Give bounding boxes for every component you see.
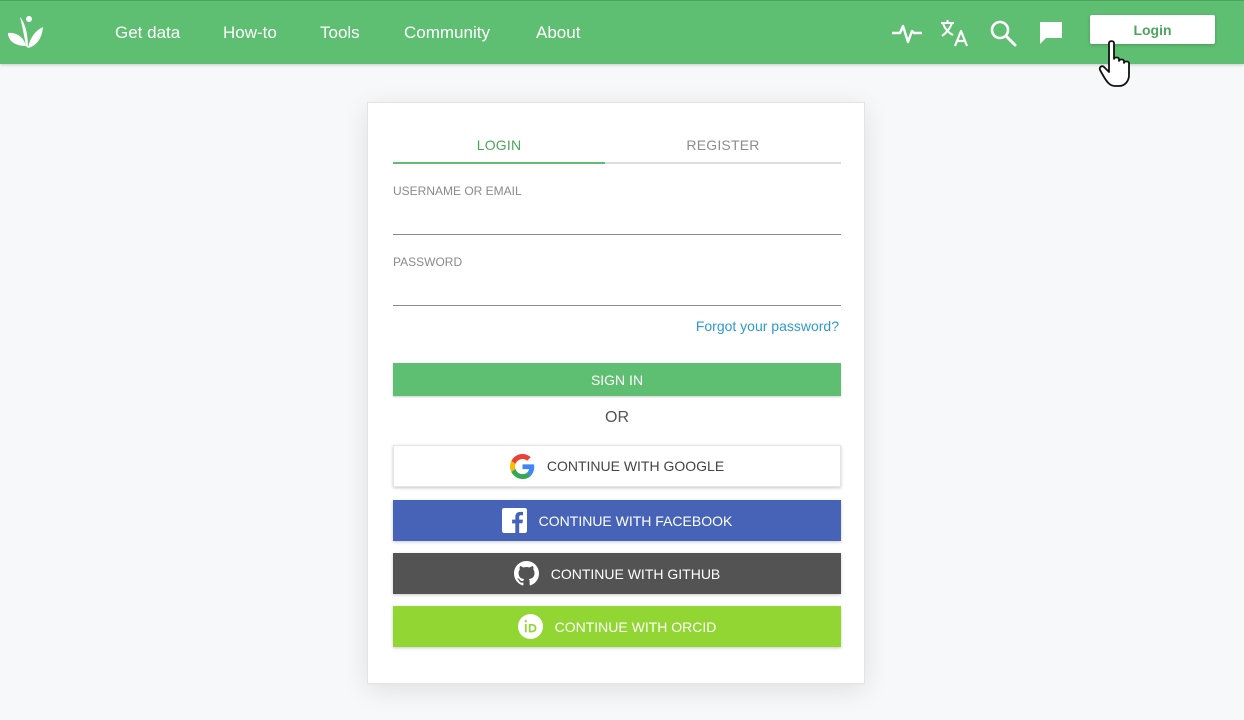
nav-how-to[interactable]: How-to [223, 21, 277, 45]
orcid-button-label: CONTINUE WITH ORCID [554, 618, 717, 635]
tab-active-indicator [393, 162, 605, 164]
google-button-label: CONTINUE WITH GOOGLE [546, 458, 725, 474]
username-input[interactable] [393, 205, 841, 235]
github-button-label: CONTINUE WITH GITHUB [550, 565, 721, 582]
or-divider: OR [605, 409, 629, 426]
facebook-icon [501, 508, 527, 533]
feedback-icon[interactable] [1035, 17, 1067, 49]
password-label: PASSWORD [393, 255, 463, 269]
nav-about[interactable]: About [536, 21, 580, 45]
continue-with-orcid-button[interactable]: CONTINUE WITH ORCID [393, 606, 841, 647]
sign-in-button[interactable]: SIGN IN [393, 363, 841, 396]
google-icon [509, 453, 535, 479]
tab-login[interactable]: LOGIN [393, 137, 605, 163]
username-label: USERNAME OR EMAIL [393, 184, 522, 198]
login-card: LOGIN REGISTER USERNAME OR EMAIL PASSWOR… [367, 102, 865, 684]
login-button[interactable]: Login [1090, 15, 1215, 44]
translate-icon[interactable] [939, 17, 971, 49]
leaf-logo-icon[interactable] [6, 15, 44, 51]
continue-with-facebook-button[interactable]: CONTINUE WITH FACEBOOK [393, 500, 841, 541]
facebook-button-label: CONTINUE WITH FACEBOOK [538, 512, 733, 529]
search-icon[interactable] [987, 17, 1019, 49]
github-icon [513, 561, 539, 586]
forgot-password-link[interactable]: Forgot your password? [696, 318, 839, 334]
nav-tools[interactable]: Tools [320, 21, 360, 45]
continue-with-google-button[interactable]: CONTINUE WITH GOOGLE [393, 445, 841, 487]
activity-icon[interactable] [891, 17, 923, 49]
continue-with-github-button[interactable]: CONTINUE WITH GITHUB [393, 553, 841, 594]
nav-get-data[interactable]: Get data [115, 21, 180, 45]
password-input[interactable] [393, 276, 841, 306]
tab-register[interactable]: REGISTER [605, 137, 841, 163]
top-navigation-bar: Get data How-to Tools Community About Lo… [0, 0, 1244, 64]
orcid-icon [517, 614, 543, 639]
nav-community[interactable]: Community [404, 21, 490, 45]
